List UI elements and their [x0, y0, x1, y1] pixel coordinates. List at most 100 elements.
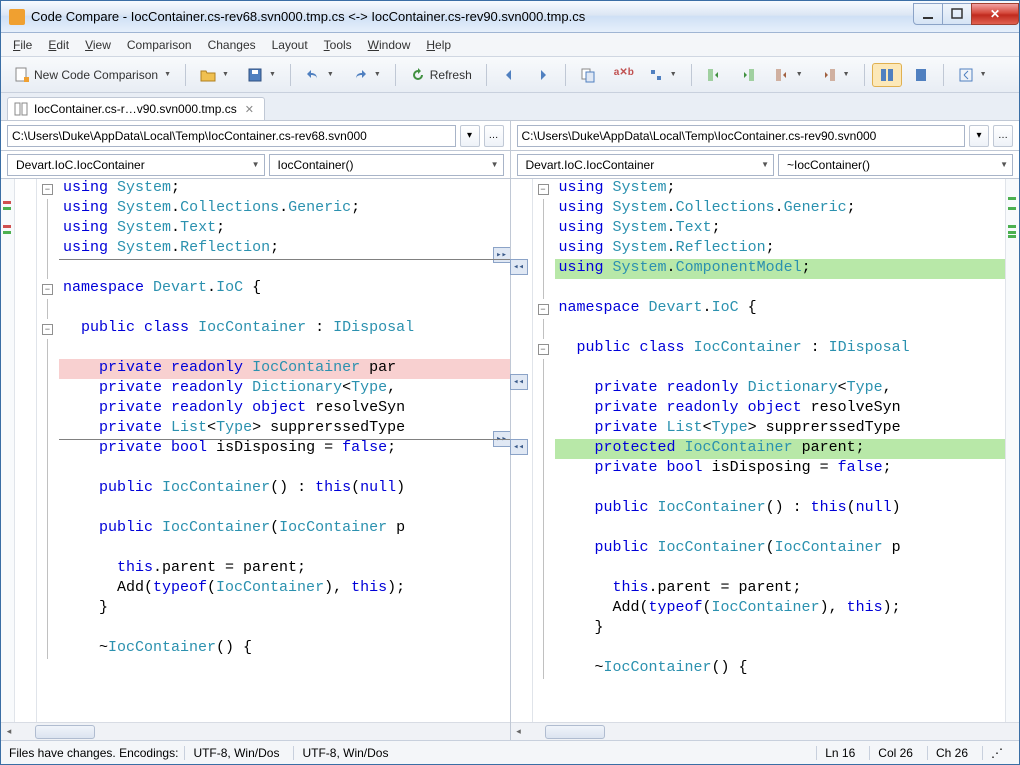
- merge-arrow-icon[interactable]: ◂◂: [511, 259, 528, 275]
- save-button[interactable]: ▼: [240, 63, 283, 87]
- document-tab[interactable]: IocContainer.cs-r…v90.svn000.tmp.cs ✕: [7, 97, 265, 120]
- right-method-combo[interactable]: ~IocContainer()▼: [778, 154, 1013, 176]
- menu-window[interactable]: Window: [368, 38, 411, 52]
- close-button[interactable]: ✕: [971, 3, 1019, 25]
- code-line[interactable]: }: [555, 619, 1006, 639]
- layout-sidebyside-button[interactable]: [872, 63, 902, 87]
- merge-arrow-icon[interactable]: ◂◂: [511, 439, 528, 455]
- fold-toggle-icon[interactable]: −: [42, 284, 53, 295]
- code-line[interactable]: private readonly Dictionary<Type,: [555, 379, 1006, 399]
- right-hscrollbar[interactable]: ◂: [511, 722, 1020, 740]
- code-line[interactable]: [59, 539, 510, 559]
- right-path-input[interactable]: C:\Users\Duke\AppData\Local\Temp\IocCont…: [517, 125, 966, 147]
- right-overview[interactable]: [1005, 179, 1019, 722]
- prev-diff-button[interactable]: [494, 63, 524, 87]
- code-line[interactable]: private bool isDisposing = false;: [59, 439, 510, 459]
- code-line[interactable]: public class IocContainer : IDisposal: [555, 339, 1006, 359]
- code-line[interactable]: this.parent = parent;: [59, 559, 510, 579]
- layout-single-button[interactable]: [906, 63, 936, 87]
- right-class-combo[interactable]: Devart.IoC.IocContainer▼: [517, 154, 775, 176]
- menu-tools[interactable]: Tools: [324, 38, 352, 52]
- code-line[interactable]: private readonly IocContainer par: [59, 359, 510, 379]
- whitespace-button[interactable]: ▼: [641, 63, 684, 87]
- code-line[interactable]: private readonly Dictionary<Type,: [59, 379, 510, 399]
- code-line[interactable]: private bool isDisposing = false;: [555, 459, 1006, 479]
- code-line[interactable]: using System;: [59, 179, 510, 199]
- code-line[interactable]: [555, 479, 1006, 499]
- merge-all-left-button[interactable]: ▼: [767, 63, 810, 87]
- code-line[interactable]: Add(typeof(IocContainer), this);: [59, 579, 510, 599]
- code-line[interactable]: namespace Devart.IoC {: [555, 299, 1006, 319]
- resize-grip-icon[interactable]: ⋰: [982, 746, 1011, 760]
- code-line[interactable]: [59, 459, 510, 479]
- code-line[interactable]: [555, 519, 1006, 539]
- left-overview[interactable]: [1, 179, 15, 722]
- menu-comparison[interactable]: Comparison: [127, 38, 192, 52]
- code-line[interactable]: ~IocContainer() {: [555, 659, 1006, 679]
- code-line[interactable]: ~IocContainer() {: [59, 639, 510, 659]
- code-line[interactable]: using System.Collections.Generic;: [59, 199, 510, 219]
- code-line[interactable]: [59, 299, 510, 319]
- menu-layout[interactable]: Layout: [272, 38, 308, 52]
- code-line[interactable]: [555, 319, 1006, 339]
- fold-toggle-icon[interactable]: −: [42, 184, 53, 195]
- fold-toggle-icon[interactable]: −: [538, 344, 549, 355]
- code-line[interactable]: public IocContainer(IocContainer p: [59, 519, 510, 539]
- code-line[interactable]: using System.Text;: [59, 219, 510, 239]
- new-comparison-button[interactable]: New Code Comparison▼: [7, 63, 178, 87]
- copy-left-button[interactable]: [573, 63, 603, 87]
- left-code[interactable]: ▸▸ ▸▸ ▸▸ using System;using System.Colle…: [59, 179, 510, 722]
- left-hscrollbar[interactable]: ◂: [1, 722, 510, 740]
- right-path-browse[interactable]: …: [993, 125, 1013, 147]
- code-line[interactable]: [59, 619, 510, 639]
- code-line[interactable]: [555, 279, 1006, 299]
- code-line[interactable]: private List<Type> supprerssedType: [555, 419, 1006, 439]
- tab-close-icon[interactable]: ✕: [243, 103, 256, 116]
- code-line[interactable]: protected IocContainer parent;: [555, 439, 1006, 459]
- menu-edit[interactable]: Edit: [48, 38, 69, 52]
- code-line[interactable]: using System.Reflection;: [59, 239, 510, 259]
- code-line[interactable]: [59, 499, 510, 519]
- refresh-button[interactable]: Refresh: [403, 63, 479, 87]
- menu-file[interactable]: File: [13, 38, 32, 52]
- code-line[interactable]: using System.Reflection;: [555, 239, 1006, 259]
- merge-all-right-button[interactable]: ▼: [814, 63, 857, 87]
- toggle-sync-button[interactable]: ▼: [951, 63, 994, 87]
- code-line[interactable]: [59, 259, 510, 279]
- open-button[interactable]: ▼: [193, 63, 236, 87]
- undo-button[interactable]: ▼: [298, 63, 341, 87]
- code-line[interactable]: [555, 639, 1006, 659]
- code-line[interactable]: [555, 359, 1006, 379]
- code-line[interactable]: [59, 339, 510, 359]
- code-line[interactable]: using System;: [555, 179, 1006, 199]
- code-line[interactable]: using System.Collections.Generic;: [555, 199, 1006, 219]
- code-line[interactable]: public IocContainer() : this(null): [59, 479, 510, 499]
- merge-arrow-icon[interactable]: ◂◂: [511, 374, 528, 390]
- fold-toggle-icon[interactable]: −: [42, 324, 53, 335]
- fold-toggle-icon[interactable]: −: [538, 304, 549, 315]
- merge-left-button[interactable]: [699, 63, 729, 87]
- code-line[interactable]: private readonly object resolveSyn: [59, 399, 510, 419]
- maximize-button[interactable]: [942, 3, 972, 25]
- merge-right-button[interactable]: [733, 63, 763, 87]
- code-line[interactable]: using System.Text;: [555, 219, 1006, 239]
- right-code[interactable]: using System;using System.Collections.Ge…: [555, 179, 1006, 722]
- code-line[interactable]: public class IocContainer : IDisposal: [59, 319, 510, 339]
- code-line[interactable]: }: [59, 599, 510, 619]
- left-path-input[interactable]: C:\Users\Duke\AppData\Local\Temp\IocCont…: [7, 125, 456, 147]
- next-diff-button[interactable]: [528, 63, 558, 87]
- code-line[interactable]: private List<Type> supprerssedType: [59, 419, 510, 439]
- right-path-dropdown[interactable]: ▾: [969, 125, 989, 147]
- fold-toggle-icon[interactable]: −: [538, 184, 549, 195]
- minimize-button[interactable]: [913, 3, 943, 25]
- code-line[interactable]: [555, 559, 1006, 579]
- left-path-browse[interactable]: …: [484, 125, 504, 147]
- left-class-combo[interactable]: Devart.IoC.IocContainer▼: [7, 154, 265, 176]
- code-line[interactable]: namespace Devart.IoC {: [59, 279, 510, 299]
- toggle-case-button[interactable]: a✕b: [607, 63, 637, 87]
- code-line[interactable]: public IocContainer(IocContainer p: [555, 539, 1006, 559]
- redo-button[interactable]: ▼: [345, 63, 388, 87]
- code-line[interactable]: this.parent = parent;: [555, 579, 1006, 599]
- left-method-combo[interactable]: IocContainer()▼: [269, 154, 504, 176]
- menu-changes[interactable]: Changes: [208, 38, 256, 52]
